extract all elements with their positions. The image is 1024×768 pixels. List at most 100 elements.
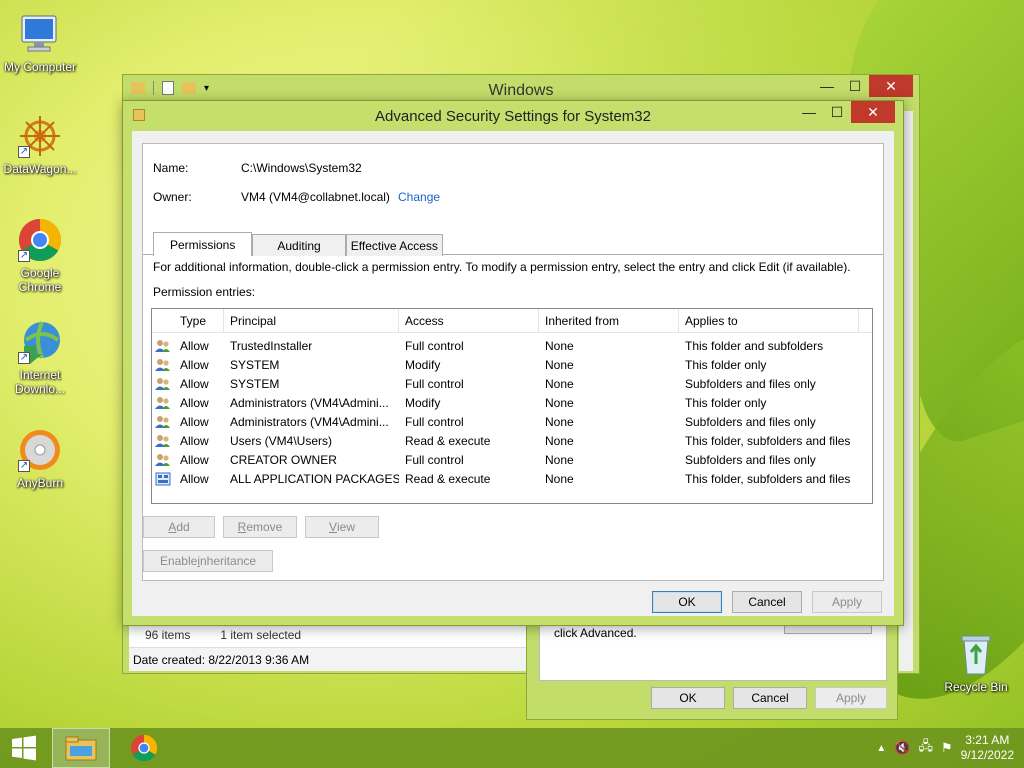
entry-inherited: None <box>545 414 574 429</box>
dialog-window-controls: — ☐ ✕ <box>795 101 895 123</box>
close-icon[interactable]: ✕ <box>869 75 913 97</box>
entry-type: Allow <box>180 452 209 467</box>
entry-applies: Subfolders and files only <box>685 414 816 429</box>
entry-access: Read & execute <box>405 433 491 448</box>
globe-download-icon: ↗ <box>16 318 64 366</box>
user-group-icon <box>152 412 174 431</box>
shortcut-arrow-icon: ↗ <box>18 250 30 262</box>
permission-entries-list[interactable]: Type Principal Access Inherited from App… <box>151 308 873 504</box>
tab-effective-access[interactable]: Effective Access <box>345 234 443 256</box>
chevron-up-icon[interactable]: ▲ <box>876 743 886 754</box>
dialog-title: Advanced Security Settings for System32 <box>375 108 651 125</box>
dialog-body: Name: C:\Windows\System32 Owner: VM4 (VM… <box>132 131 894 616</box>
file-explorer-icon <box>65 736 97 761</box>
minimize-icon[interactable]: — <box>795 101 823 123</box>
enable-inheritance-button[interactable]: Enable i nheritance <box>143 550 273 572</box>
taskbar-chrome[interactable] <box>118 728 170 768</box>
selection-count: 1 item selected <box>220 628 302 642</box>
desktop-icon-google-chrome[interactable]: ↗ Google Chrome <box>0 216 80 294</box>
cancel-button[interactable]: Cancel <box>732 591 802 613</box>
user-group-icon <box>152 450 174 469</box>
owner-value: VM4 (VM4@collabnet.local) <box>241 190 390 204</box>
desktop-icon-label: My Computer <box>3 60 77 74</box>
settings-panel: Name: C:\Windows\System32 Owner: VM4 (VM… <box>142 143 884 581</box>
desktop-icon-my-computer[interactable]: My Computer <box>0 10 80 74</box>
properties-apply-button[interactable]: Apply <box>815 687 887 709</box>
minimize-icon[interactable]: — <box>813 75 841 97</box>
desktop-icon-recycle-bin[interactable]: Recycle Bin <box>936 630 1016 694</box>
table-row[interactable]: Allow SYSTEM Modify None This folder only <box>152 355 872 374</box>
taskbar: ▲ 🔇 🖧 ⚑ 3:21 AM 9/12/2022 <box>0 728 1024 768</box>
tab-permissions[interactable]: Permissions <box>153 232 253 256</box>
desktop-icon-anyburn[interactable]: ↗ AnyBurn <box>0 426 80 490</box>
entry-inherited: None <box>545 357 574 372</box>
ok-button[interactable]: OK <box>652 591 722 613</box>
add-button[interactable]: Add <box>143 516 215 538</box>
volume-muted-icon[interactable]: 🔇 <box>894 740 910 756</box>
entry-principal: TrustedInstaller <box>230 338 313 353</box>
table-row[interactable]: Allow ALL APPLICATION PACKAGES Read & exec… <box>152 469 872 488</box>
entry-principal: ALL APPLICATION PACKAGES <box>230 471 399 486</box>
entry-inherited: None <box>545 376 574 391</box>
change-owner-link[interactable]: Change <box>398 190 440 204</box>
user-group-icon <box>152 336 174 355</box>
table-row[interactable]: Allow Administrators (VM4\Admini... Modify… <box>152 393 872 412</box>
column-header-inherited[interactable]: Inherited from <box>539 309 679 332</box>
column-header-type[interactable]: Type <box>174 309 224 332</box>
entry-inherited: None <box>545 471 574 486</box>
properties-hint: click Advanced. <box>554 626 637 640</box>
entry-type: Allow <box>180 338 209 353</box>
maximize-icon[interactable]: ☐ <box>823 101 851 123</box>
properties-ok-button[interactable]: OK <box>651 687 725 709</box>
date-created: Date created: 8/22/2013 9:36 AM <box>133 652 310 667</box>
start-button[interactable] <box>0 728 48 768</box>
remove-button[interactable]: Remove <box>223 516 297 538</box>
clock-time: 3:21 AM <box>965 733 1010 747</box>
table-row[interactable]: Allow Administrators (VM4\Admini... Full c… <box>152 412 872 431</box>
user-group-icon <box>152 374 174 393</box>
column-header-applies[interactable]: Applies to <box>679 309 859 332</box>
clock[interactable]: 3:21 AM 9/12/2022 <box>961 733 1014 763</box>
table-row[interactable]: Allow Users (VM4\Users) Read & execute None… <box>152 431 872 450</box>
entry-access: Read & execute <box>405 471 491 486</box>
explorer-window-controls: — ☐ ✕ <box>813 75 913 97</box>
chrome-icon <box>130 734 158 762</box>
datawagon-icon: ↗ <box>16 112 64 160</box>
entry-access: Full control <box>405 414 464 429</box>
desktop-icon-internet-download[interactable]: ↗ Internet Downlo... <box>0 318 80 396</box>
network-icon[interactable]: 🖧 <box>918 737 933 759</box>
taskbar-file-explorer[interactable] <box>52 728 110 768</box>
entry-applies: Subfolders and files only <box>685 376 816 391</box>
apply-button[interactable]: Apply <box>812 591 882 613</box>
tab-auditing[interactable]: Auditing <box>252 234 346 256</box>
entry-inherited: None <box>545 395 574 410</box>
computer-icon <box>16 10 64 58</box>
column-header-access[interactable]: Access <box>399 309 539 332</box>
clock-date: 9/12/2022 <box>960 748 1014 762</box>
properties-cancel-button[interactable]: Cancel <box>733 687 807 709</box>
entry-type: Allow <box>180 471 209 486</box>
entry-access: Modify <box>405 357 441 372</box>
view-button[interactable]: View <box>305 516 379 538</box>
disc-burn-icon: ↗ <box>16 426 64 474</box>
entry-applies: This folder only <box>685 357 767 372</box>
entry-principal: Users (VM4\Users) <box>230 433 333 448</box>
entries-label: Permission entries: <box>153 285 256 299</box>
table-row[interactable]: Allow CREATOR OWNER Full control None Subfol… <box>152 450 872 469</box>
entry-inherited: None <box>545 338 574 353</box>
user-group-icon <box>152 431 174 450</box>
entries-body: Allow TrustedInstaller Full control None Thi… <box>152 336 872 488</box>
table-row[interactable]: Allow SYSTEM Full control None Subfolders an… <box>152 374 872 393</box>
desktop-icon-datawagon[interactable]: ↗ DataWagon... <box>0 112 80 176</box>
entry-applies: This folder, subfolders and files <box>685 433 851 448</box>
column-header-principal[interactable]: Principal <box>224 309 399 332</box>
maximize-icon[interactable]: ☐ <box>841 75 869 97</box>
owner-label: Owner: <box>153 190 192 204</box>
entry-type: Allow <box>180 433 209 448</box>
action-center-icon[interactable]: ⚑ <box>941 740 953 756</box>
close-icon[interactable]: ✕ <box>851 101 895 123</box>
entry-applies: This folder and subfolders <box>685 338 824 353</box>
table-row[interactable]: Allow TrustedInstaller Full control None Thi… <box>152 336 872 355</box>
desktop-icon-label: AnyBurn <box>16 476 64 490</box>
desktop-icon-label: Recycle Bin <box>944 680 1008 694</box>
